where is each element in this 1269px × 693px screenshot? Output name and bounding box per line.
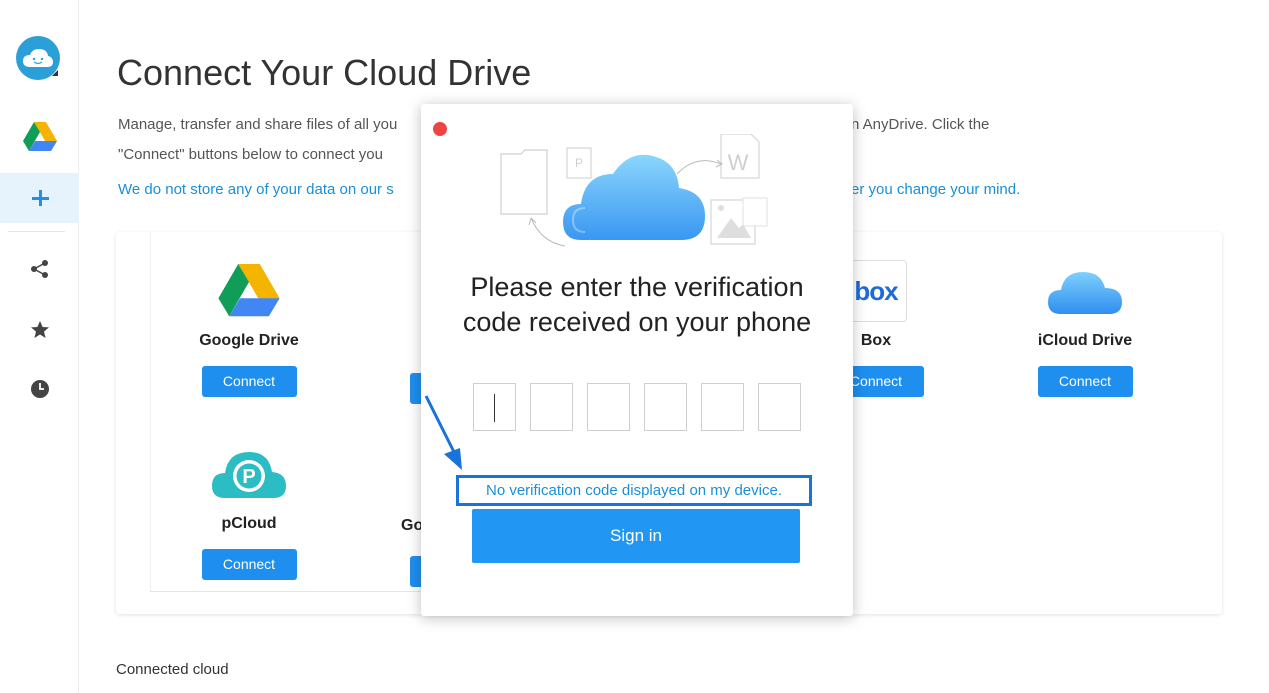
cloud-tile-google-drive: Google Drive Connect [159,260,339,397]
verification-code-inputs [473,383,801,431]
avatar-menu-caret[interactable] [52,70,58,76]
code-digit-4-input[interactable] [644,383,687,431]
description-line-1: Manage, transfer and share files of all … [118,116,398,133]
pcloud-logo-icon: P [159,443,339,505]
sidebar-item-history[interactable] [0,364,79,414]
text-caret [494,394,495,422]
connect-button-icloud-drive[interactable]: Connect [1037,366,1133,397]
code-digit-3-input[interactable] [587,383,630,431]
sign-in-button[interactable]: Sign in [472,509,800,563]
sidebar-item-add-cloud[interactable] [0,173,79,223]
connected-cloud-heading: Connected cloud [116,661,229,678]
svg-text:P: P [242,466,255,488]
sidebar-divider [8,231,65,232]
cloud-name: Google Drive [199,332,299,349]
dialog-heading: Please enter the verification code recei… [421,270,853,340]
dialog-close-button[interactable] [433,122,447,136]
no-verification-code-link[interactable]: No verification code displayed on my dev… [456,475,812,506]
privacy-notice-right: er you change your mind. [851,181,1021,198]
cloud-name-partial: Go [401,517,424,534]
annotation-arrow-icon [424,395,462,470]
verification-dialog: P W Please enter the verification code r… [421,104,853,616]
cloud-name: pCloud [221,515,277,532]
dialog-heading-line-2: code received on your phone [462,307,812,337]
panel-edge-bottom [150,591,450,592]
share-icon [30,260,48,278]
dialog-heading-line-1: Please enter the verification [470,272,804,302]
sidebar-item-starred[interactable] [0,305,79,355]
plus-icon [31,190,49,206]
connect-button-pcloud[interactable]: Connect [201,549,297,580]
sidebar-item-google-drive[interactable] [0,112,79,162]
icloud-logo-icon [995,260,1175,322]
google-drive-logo-icon [159,260,339,322]
cloud-tile-icloud-drive: iCloud Drive Connect [995,260,1175,397]
cloud-transfer-illustration: P W [500,134,768,247]
panel-edge [150,232,151,592]
app-window: Connect Your Cloud Drive Manage, transfe… [0,0,1269,693]
privacy-notice-left: We do not store any of your data on our … [118,181,394,198]
code-digit-2-input[interactable] [530,383,573,431]
cloud-tile-pcloud: P pCloud Connect [159,443,339,580]
description-line-1-tail: n AnyDrive. Click the [851,116,990,133]
clock-icon [30,380,49,398]
sidebar [0,0,79,693]
page-title: Connect Your Cloud Drive [117,52,532,93]
cloud-face-icon [23,49,53,67]
code-digit-1-input[interactable] [473,383,516,431]
star-icon [30,321,49,338]
cloud-name: iCloud Drive [1037,332,1133,349]
connect-button-google-drive[interactable]: Connect [201,366,297,397]
sidebar-item-share[interactable] [0,244,79,294]
svg-text:W: W [728,150,749,175]
code-digit-5-input[interactable] [701,383,744,431]
svg-text:P: P [575,156,583,170]
code-digit-6-input[interactable] [758,383,801,431]
google-drive-icon [22,122,57,151]
